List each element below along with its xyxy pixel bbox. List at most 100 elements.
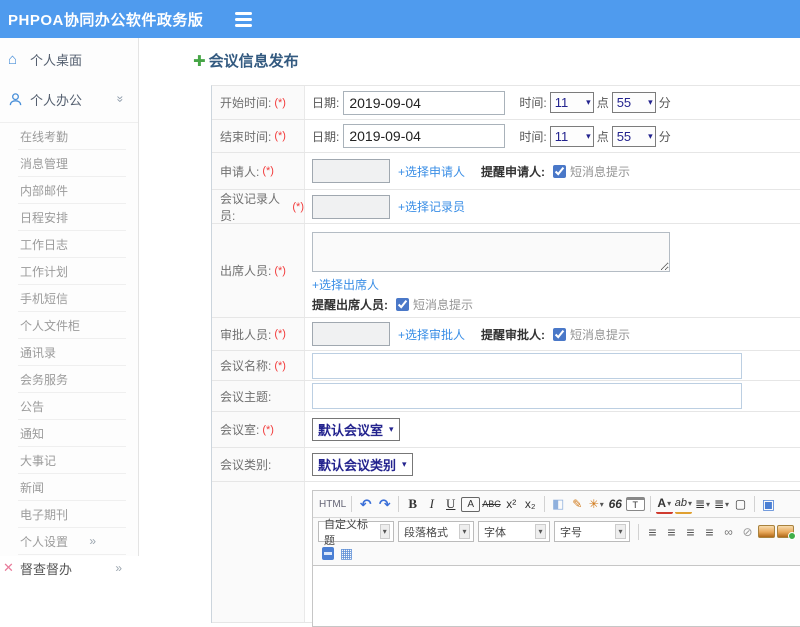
choose-applicant-link[interactable]: +选择申请人 [398,163,465,180]
meeting-room-select[interactable]: 默认会议室▾ [312,418,400,441]
sidebar-item-meeting-service[interactable]: 会务服务 [18,366,126,393]
remind-attendees-label: 提醒出席人员: [312,296,388,313]
editor-content-area[interactable] [313,566,800,626]
start-hour-select[interactable]: 11▾ [550,92,594,113]
font-style-icon[interactable]: A [461,497,480,512]
format-painter-icon[interactable]: ✳▾ [588,495,605,513]
sidebar-item-supervision[interactable]: ✕ 督查督办 » [0,555,138,581]
html-source-icon[interactable]: HTML [319,495,346,513]
form-row-attendees: 出席人员:(*) +选择出席人 提醒出席人员: 短消息提示 [212,224,800,318]
meeting-type-select[interactable]: 默认会议类别▾ [312,453,413,476]
choose-recorder-link[interactable]: +选择记录员 [398,198,465,215]
applicant-sms-checkbox[interactable] [553,165,566,178]
remove-link-icon[interactable]: ⊘ [739,523,756,541]
choose-approver-link[interactable]: +选择审批人 [398,326,465,343]
insert-media-icon[interactable] [319,544,336,562]
strikethrough-icon[interactable]: ABC [482,495,501,513]
sidebar-item-desktop[interactable]: ⌂ 个人桌面 [0,44,138,74]
subscript-icon[interactable]: x₂ [522,495,539,513]
bold-icon[interactable]: B [404,495,421,513]
sidebar-item-e-journal[interactable]: 电子期刊 [18,501,126,528]
end-date-input[interactable] [343,124,505,148]
font-family-select[interactable]: 字体▾ [478,521,550,542]
sidebar-item-schedule[interactable]: 日程安排 [18,204,126,231]
app-title: PHPOA协同办公软件政务版 [8,9,203,30]
meeting-name-input[interactable] [312,353,742,379]
sidebar-item-news[interactable]: 新闻 [18,474,126,501]
field-label: 会议记录人员:(*) [212,190,305,223]
new-page-icon[interactable]: ▢ [732,495,749,513]
align-center-icon[interactable]: ≡ [663,523,680,541]
fullscreen-icon[interactable]: ▣ [760,495,777,513]
sidebar-item-office[interactable]: 个人办公 » [0,84,138,114]
required-mark: (*) [292,201,304,213]
approver-sms-checkbox[interactable] [553,328,566,341]
meeting-subject-input[interactable] [312,383,742,409]
add-icon: ✚ [193,52,206,70]
sidebar-item-notice[interactable]: 通知 [18,420,126,447]
end-hour-select[interactable]: 11▾ [550,126,594,147]
start-date-input[interactable] [343,91,505,115]
field-label: 会议室:(*) [212,412,305,447]
superscript-icon[interactable]: x² [503,495,520,513]
approver-input[interactable] [312,322,390,346]
form-row-start-time: 开始时间:(*) 日期: 时间: 11▾ 点 55▾ 分 [212,86,800,120]
blockquote-icon[interactable]: 66 [607,495,624,513]
highlight-color-icon[interactable]: ab▾ [675,494,692,514]
form-row-approver: 审批人员:(*) +选择审批人 提醒审批人: 短消息提示 [212,318,800,351]
font-size-select[interactable]: 字号▾ [554,521,630,542]
sidebar-item-label: 个人办公 [30,90,82,109]
sidebar-item-work-log[interactable]: 工作日志 [18,231,126,258]
clear-format-brush-icon[interactable]: ✎ [569,495,586,513]
sidebar-item-messages[interactable]: 消息管理 [18,150,126,177]
choose-attendees-link[interactable]: +选择出席人 [312,276,379,293]
form-row-meeting-room: 会议室:(*) 默认会议室▾ [212,412,800,448]
field-label: 会议类别: [212,448,305,481]
upload-image-icon[interactable] [777,523,794,541]
unordered-list-icon[interactable]: ≣▾ [713,495,730,513]
start-minute-select[interactable]: 55▾ [612,92,656,113]
font-color-icon[interactable]: A▾ [656,494,673,514]
menu-icon[interactable] [235,12,252,27]
sidebar-item-sms[interactable]: 手机短信 [18,285,126,312]
sidebar-item-file-cabinet[interactable]: 个人文件柜 [18,312,126,339]
align-right-icon[interactable]: ≡ [682,523,699,541]
sidebar-item-contacts[interactable]: 通讯录 [18,339,126,366]
paste-text-icon[interactable]: T [626,497,645,511]
insert-table-icon[interactable]: ▦ [338,544,355,562]
align-left-icon[interactable]: ≡ [644,523,661,541]
eraser-icon[interactable]: ◧ [550,495,567,513]
custom-title-select[interactable]: 自定义标题▾ [318,521,394,542]
recorder-input[interactable] [312,195,390,219]
insert-link-icon[interactable]: ∞ [720,523,737,541]
required-mark: (*) [274,360,286,372]
underline-icon[interactable]: U [442,495,459,513]
minute-unit: 分 [659,94,671,111]
redo-icon[interactable]: ↷ [376,495,393,513]
sidebar-item-events[interactable]: 大事记 [18,447,126,474]
required-mark: (*) [274,130,286,142]
chevron-down-icon: ▾ [402,459,407,470]
form-row-meeting-subject: 会议主题: [212,381,800,412]
field-label: 申请人:(*) [212,153,305,189]
field-label [212,482,305,622]
end-minute-select[interactable]: 55▾ [612,126,656,147]
sidebar-item-announcement[interactable]: 公告 [18,393,126,420]
insert-image-icon[interactable] [758,523,775,541]
sidebar-item-work-plan[interactable]: 工作计划 [18,258,126,285]
minute-unit: 分 [659,128,671,145]
sidebar-item-internal-mail[interactable]: 内部邮件 [18,177,126,204]
attendees-sms-checkbox[interactable] [396,298,409,311]
attendees-textarea[interactable] [312,232,670,272]
hour-unit: 点 [597,128,609,145]
sidebar-item-personal-settings[interactable]: 个人设置 » [18,528,126,555]
chevron-double-right-icon: » [89,534,96,548]
ordered-list-icon[interactable]: ≣▾ [694,495,711,513]
sidebar-item-attendance[interactable]: 在线考勤 [18,123,126,150]
applicant-input[interactable] [312,159,390,183]
paragraph-format-select[interactable]: 段落格式▾ [398,521,474,542]
italic-icon[interactable]: I [423,495,440,513]
date-label: 日期: [312,128,339,145]
align-justify-icon[interactable]: ≡ [701,523,718,541]
undo-icon[interactable]: ↶ [357,495,374,513]
